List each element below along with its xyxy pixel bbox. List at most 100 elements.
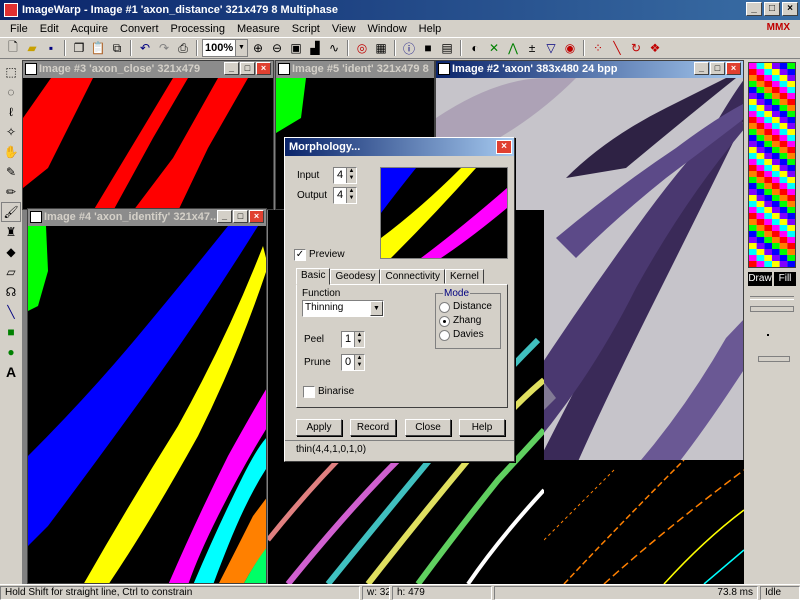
- draw-color-button[interactable]: Draw: [748, 272, 772, 286]
- skeleton-canvas[interactable]: [544, 460, 744, 584]
- menu-view[interactable]: View: [326, 23, 362, 35]
- eyedropper-icon[interactable]: ✎: [1, 162, 21, 182]
- tab-kernel[interactable]: Kernel: [444, 269, 484, 284]
- contrast-icon[interactable]: ◐: [466, 39, 484, 57]
- menu-processing[interactable]: Processing: [165, 23, 231, 35]
- tab-connectivity[interactable]: Connectivity: [380, 269, 445, 284]
- text-tool-icon[interactable]: A: [1, 362, 21, 382]
- menu-script[interactable]: Script: [286, 23, 326, 35]
- preview-checkbox[interactable]: ✓: [294, 249, 306, 261]
- image-canvas-4[interactable]: [28, 226, 266, 583]
- rectangle-tool-icon[interactable]: ■: [1, 322, 21, 342]
- filter-icon[interactable]: ▽: [542, 39, 560, 57]
- help-button[interactable]: Help: [459, 419, 505, 436]
- open-folder-icon[interactable]: ▰: [23, 39, 41, 57]
- dialog-close-button[interactable]: Close: [405, 419, 451, 436]
- opacity-slider[interactable]: [758, 356, 790, 362]
- dialog-close-icon[interactable]: ×: [496, 140, 512, 154]
- mode-label: Mode: [443, 288, 471, 299]
- smudge-icon[interactable]: ☊: [1, 282, 21, 302]
- image-canvas-3[interactable]: [23, 78, 273, 209]
- new-file-icon[interactable]: 🗋: [4, 39, 22, 57]
- hand-icon[interactable]: ✋: [1, 142, 21, 162]
- ellipse-select-icon[interactable]: ◌: [1, 82, 21, 102]
- menu-convert[interactable]: Convert: [114, 23, 165, 35]
- output-spinner[interactable]: 4 ▲ ▼: [333, 187, 357, 204]
- ellipse-tool-icon[interactable]: ●: [1, 342, 21, 362]
- save-icon[interactable]: ▪: [42, 39, 60, 57]
- app-icon: [4, 3, 18, 17]
- chevron-down-icon[interactable]: ▼: [370, 301, 383, 316]
- stamp-icon[interactable]: ♜: [1, 222, 21, 242]
- line-width-separator: [750, 296, 794, 300]
- mode-zhang-radio[interactable]: [439, 316, 450, 327]
- record-button[interactable]: Record: [350, 419, 396, 436]
- menu-file[interactable]: File: [4, 23, 34, 35]
- document-icon[interactable]: ▤: [438, 39, 456, 57]
- binarise-checkbox[interactable]: [303, 386, 315, 398]
- tab-basic[interactable]: Basic: [296, 268, 331, 285]
- nodes-icon[interactable]: ❖: [646, 39, 664, 57]
- mode-distance-radio[interactable]: [439, 302, 450, 313]
- grid-icon[interactable]: ▦: [372, 39, 390, 57]
- tree-icon[interactable]: ⋀: [504, 39, 522, 57]
- line-icon[interactable]: ╲: [608, 39, 626, 57]
- lasso-icon[interactable]: ℓ: [1, 102, 21, 122]
- pencil-icon[interactable]: ✏: [1, 182, 21, 202]
- function-select[interactable]: Thinning ▼: [302, 300, 384, 317]
- color-palette[interactable]: [748, 62, 796, 268]
- menu-help[interactable]: Help: [413, 23, 448, 35]
- record-icon[interactable]: ◉: [561, 39, 579, 57]
- plus-minus-icon[interactable]: ±: [523, 39, 541, 57]
- line-width-slider[interactable]: [750, 306, 794, 312]
- menu-edit[interactable]: Edit: [34, 23, 65, 35]
- menu-acquire[interactable]: Acquire: [65, 23, 114, 35]
- zoom-select[interactable]: 100% ▼: [202, 39, 248, 57]
- minimize-button[interactable]: _: [746, 2, 762, 16]
- profile-icon[interactable]: ∿: [325, 39, 343, 57]
- peel-spinner[interactable]: 1 ▲ ▼: [341, 331, 365, 348]
- copy-icon[interactable]: ❐: [70, 39, 88, 57]
- rect-select-icon[interactable]: ⬚: [1, 62, 21, 82]
- print-icon[interactable]: ⎙: [174, 39, 192, 57]
- brush-icon[interactable]: 🖌: [1, 202, 21, 222]
- window-3-close[interactable]: ×: [256, 62, 271, 75]
- menu-measure[interactable]: Measure: [231, 23, 286, 35]
- menu-window[interactable]: Window: [362, 23, 413, 35]
- tab-geodesy[interactable]: Geodesy: [330, 269, 381, 284]
- preview-image: [380, 167, 508, 259]
- input-spinner[interactable]: 4 ▲ ▼: [333, 167, 357, 184]
- zoom-out-icon[interactable]: ⊖: [268, 39, 286, 57]
- image-window-3[interactable]: Image #3 'axon_close' 321x479 _ □ ×: [22, 60, 274, 210]
- zoom-in-icon[interactable]: ⊕: [249, 39, 267, 57]
- histogram-icon[interactable]: ▟: [306, 39, 324, 57]
- output-label: Output: [297, 190, 328, 201]
- undo-icon[interactable]: ↶: [136, 39, 154, 57]
- status-width: w: 321: [362, 586, 390, 600]
- target-icon[interactable]: ◎: [353, 39, 371, 57]
- rotate-icon[interactable]: ↻: [627, 39, 645, 57]
- mode-davies-radio[interactable]: [439, 330, 450, 341]
- window-2-close[interactable]: ×: [726, 62, 741, 75]
- cross-icon[interactable]: ✕: [485, 39, 503, 57]
- fit-window-icon[interactable]: ▣: [287, 39, 305, 57]
- fill-icon[interactable]: ◆: [1, 242, 21, 262]
- skeleton-canvas-window[interactable]: [544, 460, 744, 584]
- main-toolbar: 🗋 ▰ ▪ ❐ 📋 ⧉ ↶ ↷ ⎙ 100% ▼ ⊕ ⊖ ▣ ▟ ∿ ◎ ▦ ⓘ …: [0, 37, 800, 59]
- info-icon[interactable]: ⓘ: [400, 39, 418, 57]
- duplicate-icon[interactable]: ⧉: [108, 39, 126, 57]
- points-icon[interactable]: ⁘: [589, 39, 607, 57]
- line-tool-icon[interactable]: ╲: [1, 302, 21, 322]
- camera-icon[interactable]: ■: [419, 39, 437, 57]
- maximize-button[interactable]: □: [764, 2, 780, 16]
- paste-icon[interactable]: 📋: [89, 39, 107, 57]
- fill-color-button[interactable]: Fill: [774, 272, 796, 286]
- prune-spinner[interactable]: 0 ▲ ▼: [341, 354, 365, 371]
- redo-icon[interactable]: ↷: [155, 39, 173, 57]
- magic-wand-icon[interactable]: ✧: [1, 122, 21, 142]
- close-button[interactable]: ×: [782, 2, 798, 16]
- image-window-4[interactable]: Image #4 'axon_identify' 321x47... _ □ ×: [27, 208, 267, 584]
- apply-button[interactable]: Apply: [296, 419, 342, 436]
- window-4-close[interactable]: ×: [249, 210, 264, 223]
- eraser-icon[interactable]: ▱: [1, 262, 21, 282]
